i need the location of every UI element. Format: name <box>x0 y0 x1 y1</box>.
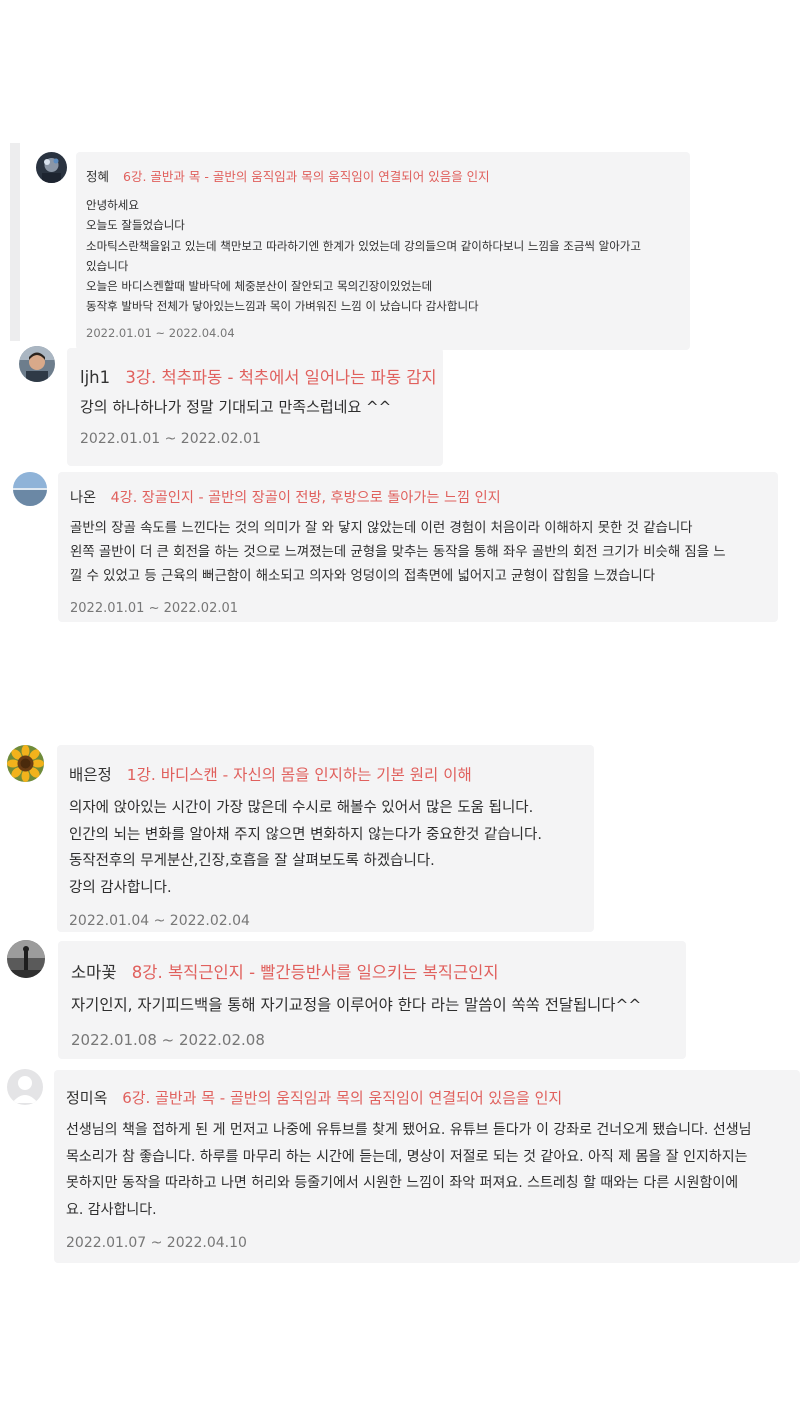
review-author: 정혜 <box>86 169 110 184</box>
review-text-line: 골반의 장골 속도를 느낀다는 것의 의미가 잘 와 닿지 않았는데 이런 경험… <box>70 521 693 536</box>
review-period: 2022.01.04 ~ 2022.02.04 <box>69 913 250 929</box>
review-author: 정미옥 <box>66 1089 108 1107</box>
review-author: 나온 <box>70 490 97 506</box>
review-text-line: 오늘은 바디스켄할때 발바닥에 체중분산이 잘안되고 목의긴장이있었는데 <box>86 279 433 294</box>
lecture-title[interactable]: 3강. 척추파동 - 척추에서 일어나는 파동 감지 <box>125 368 436 387</box>
review-text-line: 안녕하세요 <box>86 198 139 212</box>
review-bubble: 배은정 1강. 바디스캔 - 자신의 몸을 인지하는 기본 원리 이해 의자에 … <box>57 745 594 932</box>
review-period: 2022.01.01 ~ 2022.04.04 <box>86 325 235 340</box>
lecture-title[interactable]: 6강. 골반과 목 - 골반의 움직임과 목의 움직임이 연결되어 있음을 인지 <box>122 1089 562 1107</box>
profile-photo-icon[interactable] <box>19 346 55 382</box>
review-bubble: ljh1 3강. 척추파동 - 척추에서 일어나는 파동 감지 강의 하나하나가… <box>67 348 443 466</box>
review-header: 정미옥 6강. 골반과 목 - 골반의 움직임과 목의 움직임이 연결되어 있음… <box>66 1087 788 1108</box>
profile-photo-icon[interactable] <box>36 152 67 183</box>
lecture-title[interactable]: 8강. 복직근인지 - 빨간등반사를 일으키는 복직근인지 <box>132 963 499 982</box>
review-bubble: 나온 4강. 장골인지 - 골반의 장골이 전방, 후방으로 돌아가는 느낌 인… <box>58 472 778 622</box>
review-text-line: 자기인지, 자기피드백을 통해 자기교정을 이루어야 한다 라는 말씀이 쏙쏙 … <box>71 996 642 1014</box>
review-header: 정혜 6강. 골반과 목 - 골반의 움직임과 목의 움직임이 연결되어 있음을… <box>86 166 680 185</box>
review-text-line: 소마틱스란책을읽고 있는데 책만보고 따라하기엔 한계가 있었는데 강의들으며 … <box>86 238 641 253</box>
review-text-line: 강의 하나하나가 정말 기대되고 만족스럽네요 ^^ <box>80 398 392 416</box>
review-text-line: 요. 감사합니다. <box>66 1201 157 1218</box>
review-text-line: 왼쪽 골반이 더 큰 회전을 하는 것으로 느껴졌는데 균형을 맞추는 동작을 … <box>70 545 726 560</box>
lecture-title[interactable]: 6강. 골반과 목 - 골반의 움직임과 목의 움직임이 연결되어 있음을 인지 <box>123 169 490 184</box>
review-text-line: 동작전후의 무게분산,긴장,호흡을 잘 살펴보도록 하겠습니다. <box>69 853 435 869</box>
default-user-icon[interactable] <box>7 1069 43 1105</box>
review-bubble: 소마꽃 8강. 복직근인지 - 빨간등반사를 일으키는 복직근인지 자기인지, … <box>58 941 686 1059</box>
review-period: 2022.01.01 ~ 2022.02.01 <box>70 601 239 616</box>
review-text-line: 의자에 앉아있는 시간이 가장 많은데 수시로 해볼수 있어서 많은 도움 됩니… <box>69 800 534 816</box>
review-header: 소마꽃 8강. 복직근인지 - 빨간등반사를 일으키는 복직근인지 <box>71 959 673 983</box>
review-period: 2022.01.01 ~ 2022.02.01 <box>80 431 261 447</box>
profile-photo-icon[interactable] <box>7 940 45 978</box>
review-text-line: 인간의 뇌는 변화를 알아채 주지 않으면 변화하지 않는다가 중요한것 같습니… <box>69 826 542 843</box>
review-header: 나온 4강. 장골인지 - 골반의 장골이 전방, 후방으로 돌아가는 느낌 인… <box>70 487 766 507</box>
review-text-line: 동작후 발바닥 전체가 닿아있는느낌과 목이 가벼워진 느낌 이 났습니다 감사… <box>86 299 479 314</box>
review-period: 2022.01.08 ~ 2022.02.08 <box>71 1031 265 1049</box>
review-author: 소마꽃 <box>71 963 117 982</box>
divider <box>10 143 20 341</box>
review-header: ljh1 3강. 척추파동 - 척추에서 일어나는 파동 감지 <box>80 364 437 388</box>
review-author: 배은정 <box>69 766 112 784</box>
review-text-line: 못하지만 동작을 따라하고 나면 허리와 등줄기에서 시원한 느낌이 좌악 퍼져… <box>66 1175 739 1191</box>
review-text-line: 있습니다 <box>86 258 129 273</box>
review-bubble: 정미옥 6강. 골반과 목 - 골반의 움직임과 목의 움직임이 연결되어 있음… <box>54 1070 800 1263</box>
profile-photo-icon[interactable] <box>13 472 47 506</box>
review-text-line: 목소리가 참 좋습니다. 하루를 마무리 하는 시간에 듣는데, 명상이 저절로… <box>66 1148 748 1165</box>
review-author: ljh1 <box>80 368 111 387</box>
review-period: 2022.01.07 ~ 2022.04.10 <box>66 1235 247 1251</box>
sunflower-photo-icon[interactable] <box>7 745 44 782</box>
review-bubble: 정혜 6강. 골반과 목 - 골반의 움직임과 목의 움직임이 연결되어 있음을… <box>76 152 690 350</box>
review-text-line: 오늘도 잘들었습니다 <box>86 218 185 233</box>
review-text-line: 강의 감사합니다. <box>69 879 172 896</box>
review-text-line: 낄 수 있었고 등 근육의 뻐근함이 해소되고 의자와 엉덩이의 접촉면에 넓어… <box>70 569 656 584</box>
review-text-line: 선생님의 책을 접하게 된 게 먼저고 나중에 유튜브를 찾게 됐어요. 유튜브… <box>66 1122 752 1138</box>
lecture-title[interactable]: 4강. 장골인지 - 골반의 장골이 전방, 후방으로 돌아가는 느낌 인지 <box>111 490 501 506</box>
review-header: 배은정 1강. 바디스캔 - 자신의 몸을 인지하는 기본 원리 이해 <box>69 763 582 785</box>
lecture-title[interactable]: 1강. 바디스캔 - 자신의 몸을 인지하는 기본 원리 이해 <box>127 766 472 784</box>
